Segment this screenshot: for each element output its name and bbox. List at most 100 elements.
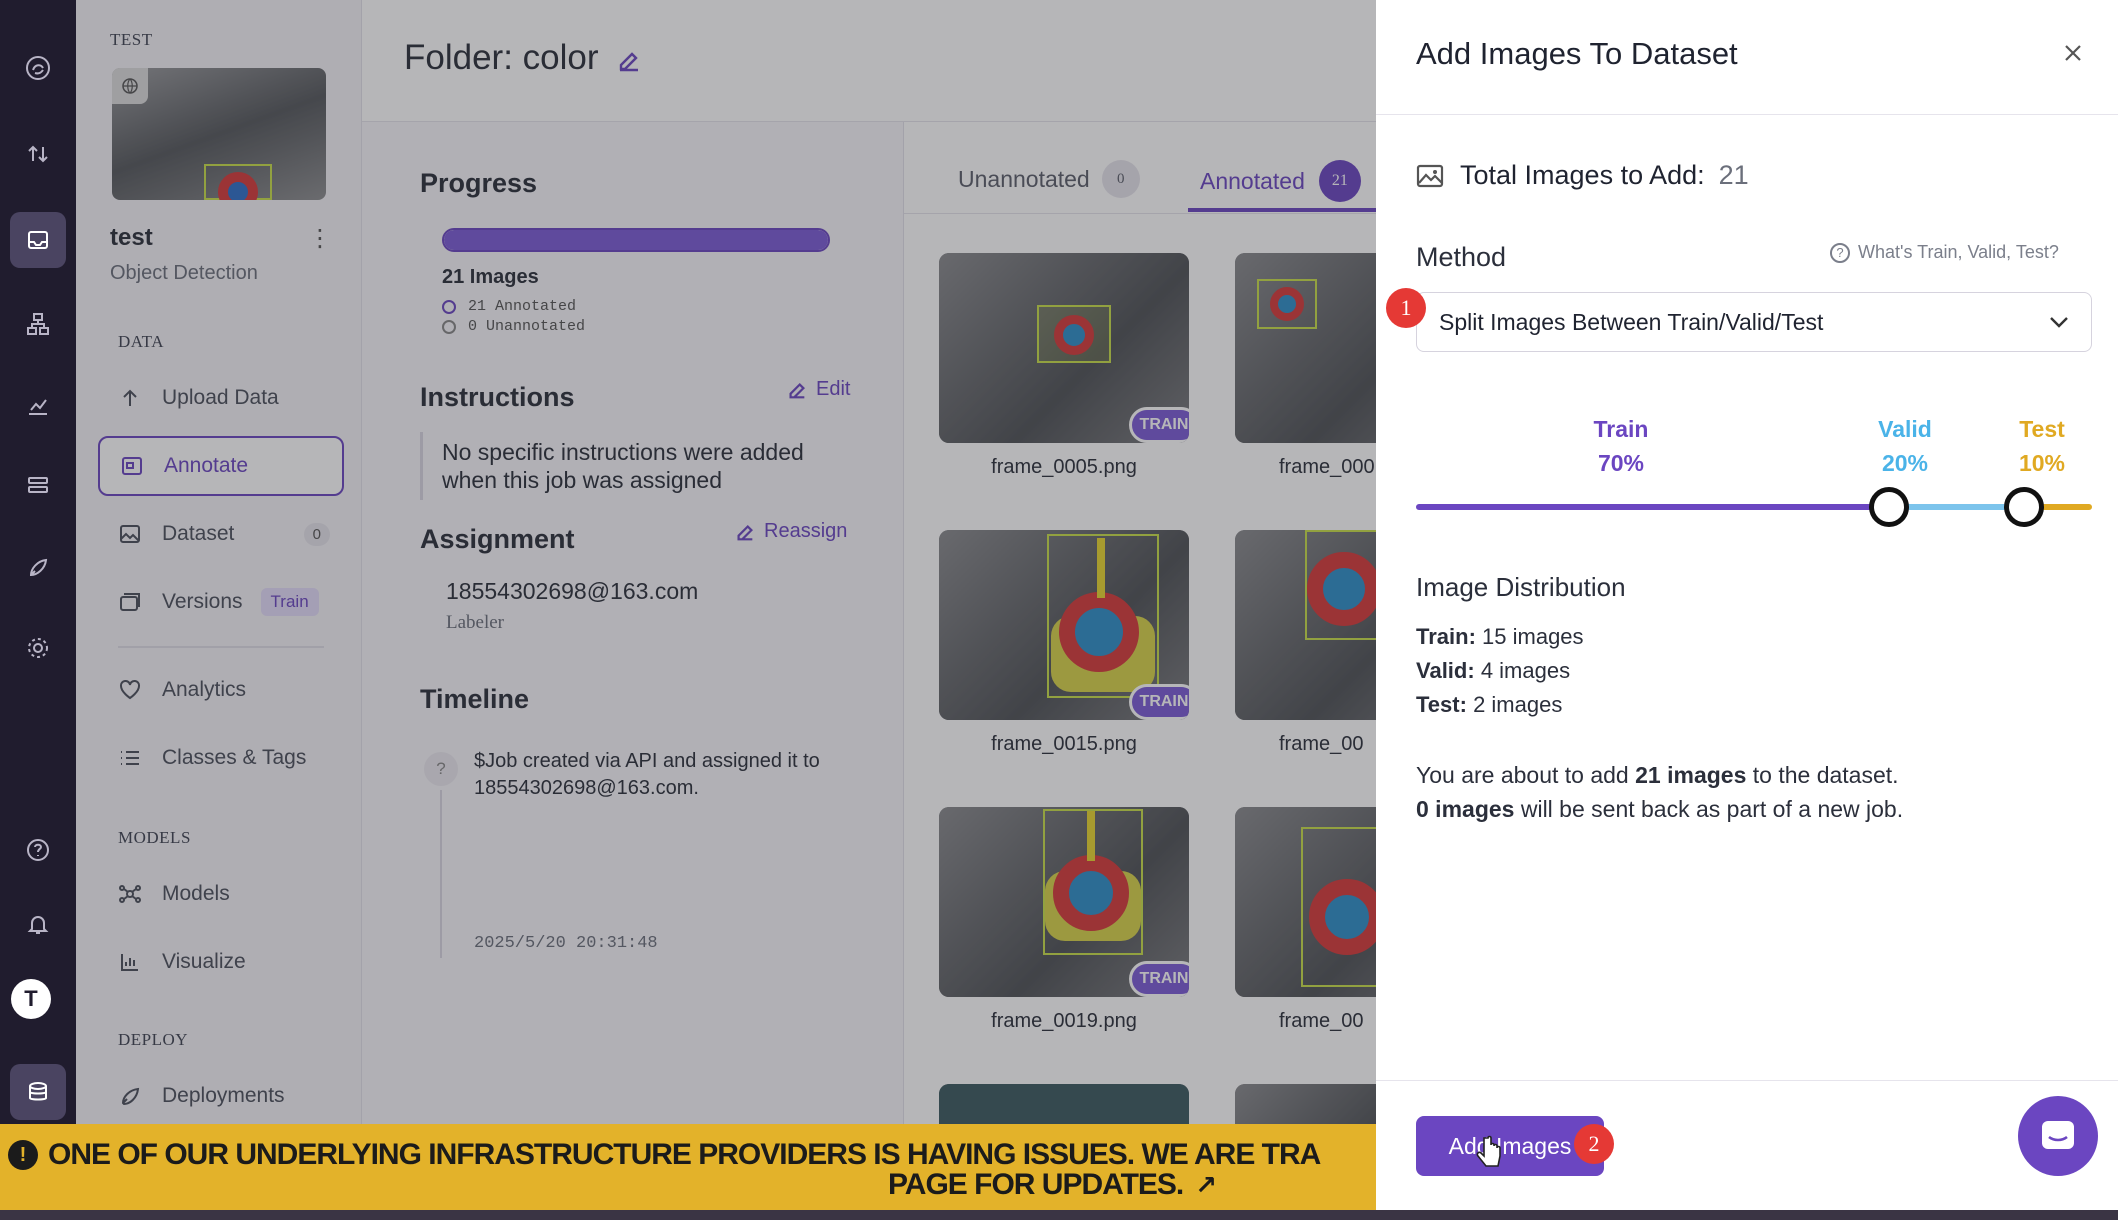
dist-value: 4 images [1480, 658, 1571, 683]
valid-label: Valid [1878, 416, 1932, 442]
test-label: Test [2019, 416, 2065, 442]
valid-test-handle[interactable] [2004, 487, 2045, 527]
sidebar-item-label: Deployments [162, 1084, 285, 1107]
sidebar-item-label: Dataset [162, 522, 235, 545]
distribution-test: Test: 2 images [1416, 688, 1584, 722]
progress-bar [442, 228, 830, 252]
upload-download-icon[interactable] [10, 126, 66, 182]
image-tile[interactable] [1235, 1084, 1376, 1124]
train-pct: 70% [1597, 450, 1645, 476]
method-select[interactable]: Split Images Between Train/Valid/Test [1416, 292, 2092, 352]
edit-instructions-link[interactable]: Edit [786, 378, 850, 401]
logo-icon[interactable] [10, 40, 66, 96]
summary-line-2: 0 images will be sent back as part of a … [1416, 792, 2086, 826]
summary-line-1: You are about to add 21 images to the da… [1416, 758, 2086, 792]
sidebar-item-annotate[interactable]: Annotate [98, 436, 344, 496]
hand-cursor-icon [1476, 1135, 1501, 1167]
dist-value: 15 images [1482, 624, 1584, 649]
tab-unannotated[interactable]: Unannotated 0 [958, 160, 1140, 198]
chart-icon[interactable] [10, 378, 66, 434]
close-icon[interactable] [2062, 42, 2084, 64]
file-name: frame_0019.png [991, 1010, 1137, 1032]
bell-icon[interactable] [10, 896, 66, 952]
panel-title: Add Images To Dataset [1416, 36, 1738, 71]
workspace-label: TEST [110, 30, 153, 49]
alert-banner[interactable]: ! ONE OF OUR UNDERLYING INFRASTRUCTURE P… [0, 1124, 1376, 1210]
image-tile[interactable]: TRAIN [939, 253, 1189, 443]
timeline-event-text: $Job created via API and assigned it to … [474, 750, 820, 799]
bbox [1301, 827, 1376, 987]
tab-bar: Unannotated 0 Annotated 21 [904, 122, 1376, 214]
bbox [1047, 534, 1159, 698]
instructions-text: No specific instructions were added when… [442, 439, 804, 493]
split-slider[interactable] [1416, 487, 2092, 527]
sidebar-item-deployments[interactable]: Deployments [98, 1066, 344, 1126]
train-valid-handle[interactable] [1869, 487, 1910, 527]
dist-label: Valid: [1416, 658, 1475, 683]
edit-label: Edit [816, 378, 851, 400]
versions-train-badge: Train [260, 588, 319, 616]
image-tile[interactable] [1235, 530, 1376, 720]
page-title: Folder: color [404, 38, 599, 77]
chat-launcher-button[interactable] [2018, 1096, 2098, 1176]
instructions-rule [420, 432, 423, 500]
sidebar-item-label: Analytics [162, 678, 247, 701]
database-icon[interactable] [10, 1064, 66, 1120]
image-tile[interactable]: TRAIN [939, 530, 1189, 720]
sidebar-item-label: Classes & Tags [162, 746, 307, 769]
sidebar-item-label: Visualize [162, 950, 246, 973]
project-type: Object Detection [110, 262, 258, 284]
unannotated-dot-icon [442, 319, 456, 334]
tab-annotated[interactable]: Annotated 21 [1200, 160, 1361, 202]
dataset-count-badge: 0 [303, 522, 330, 546]
edit-title-icon[interactable] [616, 48, 642, 74]
more-options-icon[interactable]: ⋮ [308, 224, 332, 253]
train-segment [1416, 504, 1890, 510]
distribution-train: Train: 15 images [1416, 620, 1584, 654]
chat-icon [2042, 1121, 2074, 1149]
image-tile[interactable]: TRAIN [939, 807, 1189, 997]
job-details-column: Progress 21 Images 21 Annotated 0 Unanno… [362, 122, 904, 1124]
project-thumbnail[interactable] [112, 68, 326, 200]
sidebar-item-versions[interactable]: Versions Train [98, 572, 344, 632]
help-link-text: What's Train, Valid, Test? [1858, 242, 2059, 262]
sidebar-item-dataset[interactable]: Dataset 0 [98, 504, 344, 564]
project-sidebar: TEST test ⋮ Object Detection DATA Upload… [76, 0, 362, 1124]
train-badge: TRAIN [1129, 684, 1189, 720]
rocket-icon[interactable] [10, 540, 66, 596]
image-tile[interactable] [1235, 807, 1376, 997]
help-icon[interactable] [10, 822, 66, 878]
image-tile[interactable] [1235, 253, 1376, 443]
sidebar-item-models[interactable]: Models [98, 864, 344, 924]
unannotated-count: 0 Unannotated [468, 318, 586, 335]
summary-bold: 0 images [1416, 796, 1515, 822]
tab-label: Unannotated [958, 165, 1090, 192]
sitemap-icon[interactable] [10, 296, 66, 352]
annotate-inbox-icon[interactable] [10, 212, 66, 268]
image-tile[interactable] [939, 1084, 1189, 1124]
list-icon[interactable] [10, 458, 66, 514]
train-badge: TRAIN [1129, 407, 1189, 443]
list-icon [121, 751, 139, 765]
summary-bold: 21 images [1635, 762, 1747, 788]
section-deploy: DEPLOY [118, 1030, 189, 1049]
whats-train-valid-test-link[interactable]: ? What's Train, Valid, Test? [1830, 242, 2059, 263]
sidebar-item-analytics[interactable]: Analytics [98, 660, 344, 720]
annotate-icon [122, 457, 142, 475]
arrow-up-icon [123, 389, 137, 406]
tab-count: 21 [1318, 160, 1361, 202]
gear-icon[interactable] [10, 620, 66, 676]
icon-rail: T [0, 0, 76, 1220]
sidebar-item-upload-data[interactable]: Upload Data [98, 368, 344, 428]
sidebar-item-visualize[interactable]: Visualize [98, 932, 344, 992]
sidebar-item-classes-tags[interactable]: Classes & Tags [98, 728, 344, 788]
dist-label: Train: [1416, 624, 1476, 649]
bottom-strip [0, 1210, 2118, 1220]
file-name: frame_00 [1279, 1010, 1364, 1032]
bbox [1043, 809, 1143, 955]
versions-icon [120, 593, 140, 611]
banner-line-2-text: PAGE FOR UPDATES. [888, 1168, 1184, 1201]
banner-line-1: ONE OF OUR UNDERLYING INFRASTRUCTURE PRO… [48, 1138, 1321, 1171]
avatar[interactable]: T [11, 979, 51, 1019]
reassign-link[interactable]: Reassign [734, 520, 847, 543]
